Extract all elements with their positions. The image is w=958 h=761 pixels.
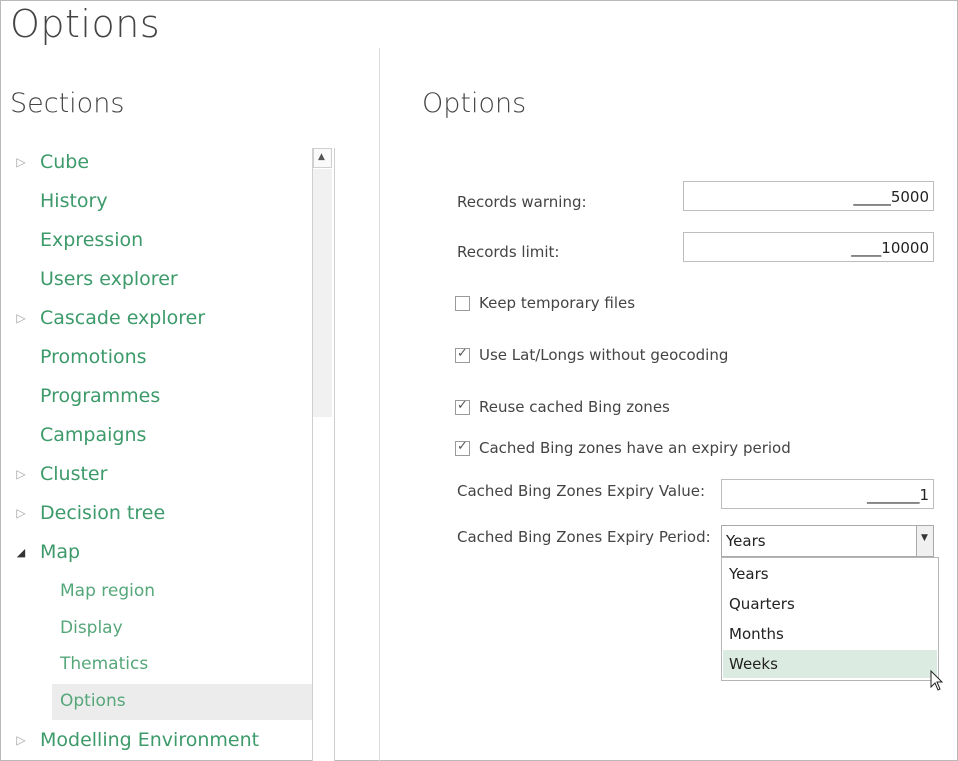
tree-item-label: Modelling Environment xyxy=(40,729,260,751)
dropdown-option-quarters[interactable]: Quarters xyxy=(723,590,937,618)
pane-divider xyxy=(379,48,380,761)
tree-item-programmes[interactable]: Programmes xyxy=(0,379,312,415)
tree-item-label: Map xyxy=(40,541,81,563)
reuse-bing-label: Reuse cached Bing zones xyxy=(479,398,670,416)
expand-arrow-icon[interactable]: ▷ xyxy=(14,311,28,325)
option-label: Weeks xyxy=(729,655,778,673)
dropdown-option-months[interactable]: Months xyxy=(723,620,937,648)
dropdown-button[interactable]: ▼ xyxy=(916,526,933,556)
records-limit-input[interactable]: ____10000 xyxy=(683,232,934,262)
expiry-period-dropdown: Years Quarters Months Weeks xyxy=(721,557,939,681)
records-limit-label: Records limit: xyxy=(457,243,560,261)
scroll-track[interactable] xyxy=(313,169,332,417)
scroll-up-button[interactable]: ▲ xyxy=(313,148,332,168)
tree-item-users-explorer[interactable]: Users explorer xyxy=(0,262,312,298)
collapse-arrow-icon[interactable]: ◢ xyxy=(14,546,28,559)
tree-item-map-region[interactable]: Map region xyxy=(0,574,312,610)
use-latlong-label: Use Lat/Longs without geocoding xyxy=(479,346,729,364)
dropdown-option-weeks[interactable]: Weeks xyxy=(723,650,937,678)
use-latlong-checkbox[interactable] xyxy=(455,346,470,363)
options-heading: Options xyxy=(422,88,527,119)
expiry-value-label: Cached Bing Zones Expiry Value: xyxy=(457,482,706,500)
tree-item-label: Display xyxy=(60,618,123,638)
tree-item-label: Campaigns xyxy=(40,424,147,446)
records-warning-label: Records warning: xyxy=(457,193,587,211)
tree-item-map[interactable]: ◢ Map xyxy=(0,535,312,571)
tree-item-label: Expression xyxy=(40,229,144,251)
tree-item-expression[interactable]: Expression xyxy=(0,223,312,259)
reuse-bing-checkbox[interactable] xyxy=(455,398,470,415)
chevron-up-icon: ▲ xyxy=(318,152,325,162)
mouse-pointer-icon xyxy=(930,670,944,691)
tree-item-label: Map region xyxy=(60,581,156,601)
tree-item-history[interactable]: History xyxy=(0,184,312,220)
sections-heading: Sections xyxy=(10,88,125,119)
tree-item-label: Programmes xyxy=(40,385,161,407)
option-label: Years xyxy=(729,565,769,583)
tree-item-label: Cascade explorer xyxy=(40,307,206,329)
tree-item-label: Cluster xyxy=(40,463,108,485)
records-warning-input[interactable]: _____5000 xyxy=(683,181,934,211)
expand-arrow-icon[interactable]: ▷ xyxy=(14,155,28,169)
tree-item-label: Cube xyxy=(40,151,90,173)
tree-item-label: Promotions xyxy=(40,346,147,368)
expand-arrow-icon[interactable]: ▷ xyxy=(14,733,28,747)
chevron-down-icon: ▼ xyxy=(921,533,928,543)
bing-expiry-label: Cached Bing zones have an expiry period xyxy=(479,439,791,457)
expiry-period-label: Cached Bing Zones Expiry Period: xyxy=(457,528,711,546)
tree-item-label: Users explorer xyxy=(40,268,178,290)
tree-item-options-selected[interactable]: Options xyxy=(0,684,312,720)
tree-item-cube[interactable]: ▷ Cube xyxy=(0,145,312,181)
bing-expiry-checkbox[interactable] xyxy=(455,439,470,456)
keep-temp-label: Keep temporary files xyxy=(479,294,636,312)
option-label: Quarters xyxy=(729,595,795,613)
tree-item-cluster[interactable]: ▷ Cluster xyxy=(0,457,312,493)
tree-item-label: Options xyxy=(60,691,126,711)
tree-item-campaigns[interactable]: Campaigns xyxy=(0,418,312,454)
page-title: Options xyxy=(10,2,161,46)
tree-item-modelling-environment[interactable]: ▷ Modelling Environment xyxy=(0,723,312,759)
sections-scrollbar[interactable]: ▲ xyxy=(312,148,335,761)
tree-item-thematics[interactable]: Thematics xyxy=(0,647,312,683)
option-label: Months xyxy=(729,625,784,643)
tree-item-label: Decision tree xyxy=(40,502,166,524)
dropdown-option-years[interactable]: Years xyxy=(723,560,937,588)
tree-item-display[interactable]: Display xyxy=(0,611,312,647)
expiry-value-input[interactable]: _______1 xyxy=(721,479,934,509)
tree-item-promotions[interactable]: Promotions xyxy=(0,340,312,376)
tree-item-label: History xyxy=(40,190,108,212)
tree-item-decision-tree[interactable]: ▷ Decision tree xyxy=(0,496,312,532)
expiry-period-select[interactable]: Years ▼ xyxy=(721,525,934,557)
tree-item-label: Thematics xyxy=(60,654,149,674)
select-value: Years xyxy=(726,532,766,550)
expand-arrow-icon[interactable]: ▷ xyxy=(14,467,28,481)
keep-temp-checkbox[interactable] xyxy=(455,296,470,311)
expand-arrow-icon[interactable]: ▷ xyxy=(14,506,28,520)
tree-item-cascade-explorer[interactable]: ▷ Cascade explorer xyxy=(0,301,312,337)
